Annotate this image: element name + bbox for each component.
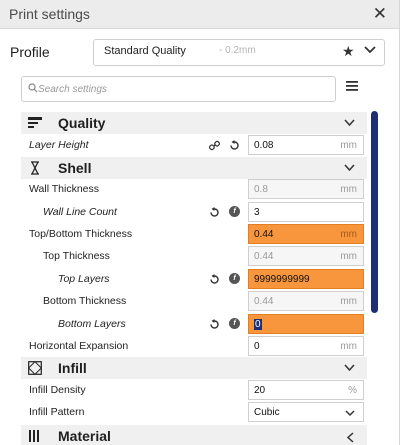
chevron-down-icon — [344, 119, 355, 127]
setting-row-horizontal-expansion: Horizontal Expansion 0 mm — [21, 335, 367, 357]
setting-row-bottom-layers: Bottom Layers f 0 — [21, 313, 367, 335]
field-value: Cubic — [254, 407, 280, 418]
setting-label: Top Layers — [58, 273, 110, 285]
reset-icon[interactable] — [229, 140, 240, 151]
reset-icon[interactable] — [209, 207, 220, 218]
field-unit: mm — [340, 140, 357, 151]
field-unit: mm — [340, 229, 357, 240]
field-unit: mm — [340, 341, 357, 352]
search-input[interactable] — [38, 80, 328, 98]
infill-pattern-dropdown[interactable]: Cubic — [248, 402, 364, 422]
title-bar: Print settings ✕ — [0, 0, 399, 29]
function-icon[interactable]: f — [229, 206, 240, 217]
category-infill[interactable]: Infill — [21, 357, 367, 379]
function-icon[interactable]: f — [229, 273, 240, 284]
setting-label: Infill Pattern — [29, 406, 85, 418]
chevron-down-icon — [344, 364, 355, 372]
wall-thickness-field[interactable]: 0.8 mm — [248, 179, 364, 199]
search-box[interactable] — [21, 76, 336, 102]
setting-label: Infill Density — [29, 384, 86, 396]
reset-icon[interactable] — [209, 319, 220, 330]
layer-height-field[interactable]: 0.08 mm — [248, 135, 364, 155]
field-value: 20 — [254, 385, 266, 396]
setting-label: Top/Bottom Thickness — [29, 228, 133, 240]
setting-label: Bottom Thickness — [43, 295, 127, 307]
field-unit: % — [348, 385, 357, 396]
setting-label: Top Thickness — [43, 250, 110, 262]
shell-icon — [31, 161, 39, 175]
top-layers-field[interactable]: 9999999999 — [248, 269, 364, 289]
setting-label: Horizontal Expansion — [29, 340, 129, 352]
link-icon[interactable] — [209, 140, 220, 151]
field-value: 0 — [254, 319, 262, 330]
chevron-left-icon — [347, 432, 354, 443]
field-unit: mm — [340, 251, 357, 262]
top-thickness-field[interactable]: 0.44 mm — [248, 246, 364, 266]
profile-detail: - 0.2mm — [219, 45, 256, 56]
setting-row-wall-line-count: Wall Line Count f 3 — [21, 201, 367, 223]
chevron-down-icon — [345, 410, 355, 417]
print-settings-panel: Print settings ✕ Profile Standard Qualit… — [0, 0, 400, 445]
category-label: Quality — [58, 115, 106, 131]
field-value: 0.44 — [254, 229, 274, 240]
setting-label: Wall Line Count — [43, 206, 117, 218]
hamburger-menu-icon[interactable] — [346, 81, 358, 91]
window-title: Print settings — [9, 6, 90, 22]
field-value: 0.08 — [254, 140, 274, 151]
bottom-layers-field[interactable]: 0 — [248, 314, 364, 334]
setting-row-infill-density: Infill Density 20 % — [21, 379, 367, 401]
chevron-down-icon — [344, 164, 355, 172]
field-unit: mm — [340, 296, 357, 307]
infill-icon — [28, 361, 42, 375]
field-value: 0.8 — [254, 184, 268, 195]
quality-icon — [28, 117, 42, 128]
profile-label: Profile — [10, 44, 50, 60]
setting-row-top-bottom-thickness: Top/Bottom Thickness 0.44 mm — [21, 223, 367, 245]
category-shell[interactable]: Shell — [21, 157, 367, 179]
setting-row-bottom-thickness: Bottom Thickness 0.44 mm — [21, 290, 367, 312]
field-value: 3 — [254, 207, 260, 218]
reset-icon[interactable] — [209, 274, 220, 285]
setting-row-top-thickness: Top Thickness 0.44 mm — [21, 245, 367, 267]
scrollbar[interactable] — [371, 111, 378, 313]
category-label: Material — [58, 428, 111, 444]
wall-line-count-field[interactable]: 3 — [248, 202, 364, 222]
field-value: 0.44 — [254, 296, 274, 307]
chevron-down-icon — [364, 46, 376, 54]
setting-label: Layer Height — [29, 139, 89, 151]
category-label: Shell — [58, 160, 92, 176]
function-icon[interactable]: f — [229, 318, 240, 329]
settings-list: Quality Layer Height 0.08 mm Shell Wall … — [21, 110, 367, 445]
setting-row-top-layers: Top Layers f 9999999999 — [21, 268, 367, 290]
setting-row-infill-pattern: Infill Pattern Cubic — [21, 401, 367, 423]
infill-density-field[interactable]: 20 % — [248, 380, 364, 400]
field-value: 9999999999 — [254, 274, 310, 285]
search-icon — [28, 83, 38, 93]
setting-label: Wall Thickness — [29, 183, 100, 195]
star-icon[interactable]: ★ — [342, 43, 355, 60]
setting-row-layer-height: Layer Height 0.08 mm — [21, 134, 367, 156]
setting-row-wall-thickness: Wall Thickness 0.8 mm — [21, 178, 367, 200]
setting-label: Bottom Layers — [58, 318, 126, 330]
field-value: 0 — [254, 341, 260, 352]
category-label: Infill — [58, 360, 87, 376]
category-quality[interactable]: Quality — [21, 112, 367, 134]
bottom-thickness-field[interactable]: 0.44 mm — [248, 291, 364, 311]
horizontal-expansion-field[interactable]: 0 mm — [248, 336, 364, 356]
close-icon[interactable]: ✕ — [373, 4, 387, 24]
profile-dropdown[interactable]: Standard Quality - 0.2mm ★ — [93, 39, 385, 66]
top-bottom-thickness-field[interactable]: 0.44 mm — [248, 224, 364, 244]
profile-name: Standard Quality — [104, 45, 186, 57]
field-unit: mm — [340, 184, 357, 195]
category-material[interactable]: Material — [21, 425, 367, 445]
field-value: 0.44 — [254, 251, 274, 262]
material-icon — [29, 430, 39, 442]
